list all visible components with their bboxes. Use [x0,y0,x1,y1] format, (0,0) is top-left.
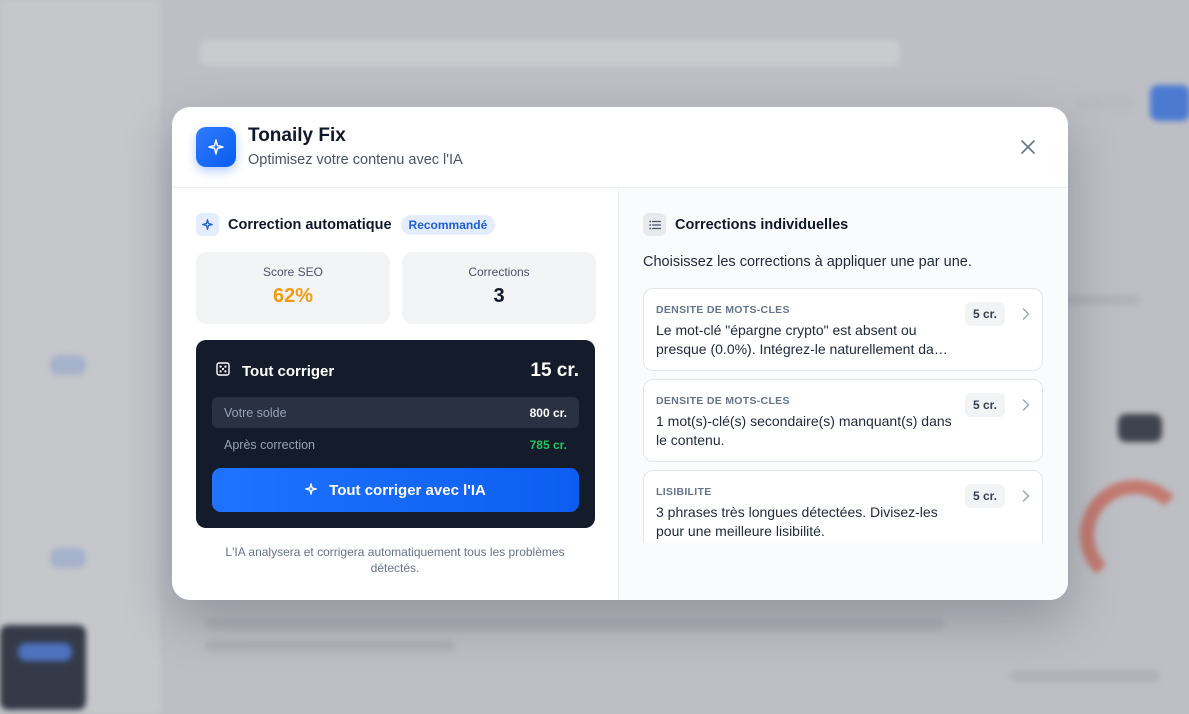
list-icon [643,213,666,236]
corrections-count-card: Corrections 3 [402,252,596,324]
individual-corrections-description: Choisissez les corrections à appliquer u… [643,254,972,270]
grid-icon [216,361,230,381]
sparkle-icon [196,213,219,236]
correction-text: 1 mot(s)-clé(s) secondaire(s) manquant(s… [656,413,952,448]
corrections-count-value: 3 [493,285,505,307]
modal-title: Tonaily Fix [248,125,346,146]
seo-score-card: Score SEO 62% [196,252,390,324]
fix-all-card: Tout corriger 15 cr. Votre solde 800 cr.… [196,340,595,528]
modal-header: Tonaily Fix Optimisez votre contenu avec… [172,107,1068,188]
individual-corrections-header: Corrections individuelles [643,213,848,236]
correction-text: 3 phrases très longues détectées. Divise… [656,504,938,539]
fix-all-header: Tout corriger 15 cr. [216,360,579,382]
correction-text: Le mot-clé "épargne crypto" est absent o… [656,322,948,357]
correction-category: DENSITE DE MOTS-CLES [656,395,790,407]
after-correction-row: Après correction 785 cr. [212,429,579,460]
chevron-right-icon [1022,489,1030,507]
balance-value: 800 cr. [529,405,567,420]
chevron-right-icon [1022,307,1030,325]
after-correction-label: Après correction [224,437,316,452]
list-item[interactable]: DENSITE DE MOTS-CLES Le mot-clé "épargne… [643,288,1043,371]
auto-correction-header: Correction automatique Recommandé [196,213,496,236]
chevron-right-icon [1022,398,1030,416]
balance-label: Votre solde [224,405,287,420]
seo-score-value: 62% [272,285,314,307]
modal-subtitle: Optimisez votre contenu avec l'IA [248,152,463,168]
correction-cost: 5 cr. [964,393,1005,417]
modal-body: Correction automatique Recommandé Score … [172,188,1068,600]
individual-corrections-panel: Corrections individuelles Choisissez les… [619,188,1068,600]
correction-cost: 5 cr. [964,302,1005,326]
correction-category: DENSITE DE MOTS-CLES [656,304,790,316]
fix-all-title: Tout corriger [242,362,335,380]
auto-footnote: L'IA analysera et corrigera automatiquem… [225,545,565,575]
list-item[interactable]: DENSITE DE MOTS-CLES 1 mot(s)-clé(s) sec… [643,379,1043,462]
correction-cost: 5 cr. [964,484,1005,508]
auto-correction-title: Correction automatique [228,216,392,233]
individual-corrections-title: Corrections individuelles [675,216,849,233]
balance-row: Votre solde 800 cr. [212,397,579,428]
sparkle-icon [196,127,236,167]
seo-score-label: Score SEO [262,265,324,279]
recommended-badge: Recommandé [400,214,496,235]
auto-correction-panel: Correction automatique Recommandé Score … [172,188,619,600]
correction-category: LISIBILITE [656,486,712,498]
fix-all-button[interactable]: Tout corriger avec l'IA [212,468,579,512]
list-item[interactable]: LISIBILITE 3 phrases très longues détect… [643,470,1043,543]
corrections-list[interactable]: DENSITE DE MOTS-CLES Le mot-clé "épargne… [643,288,1043,543]
sparkle-icon [305,482,318,499]
close-icon[interactable] [1018,137,1038,157]
corrections-count-label: Corrections [468,265,530,279]
fix-all-button-label: Tout corriger avec l'IA [329,481,486,499]
fix-all-cost: 15 cr. [530,360,579,381]
fix-modal: Tonaily Fix Optimisez votre contenu avec… [172,107,1068,600]
after-correction-value: 785 cr. [529,437,567,452]
